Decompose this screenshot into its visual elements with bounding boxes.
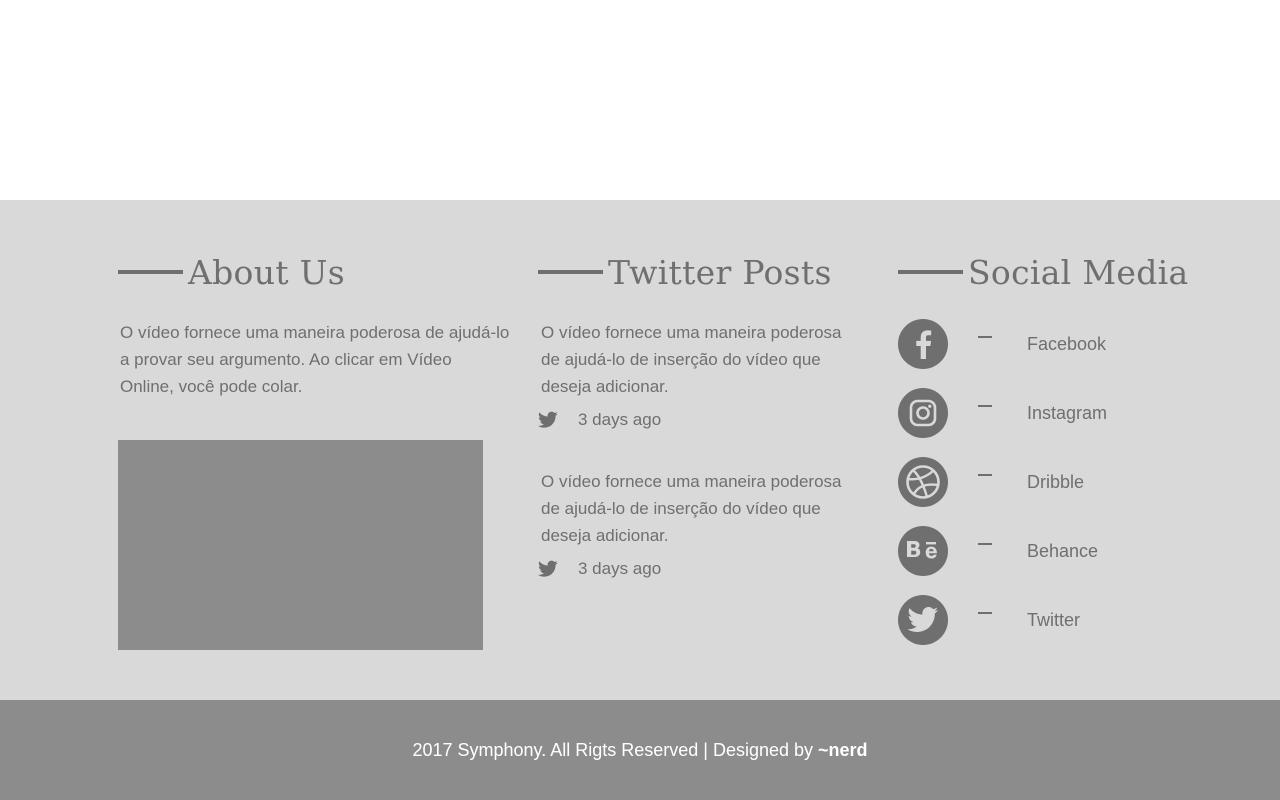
facebook-icon[interactable]: [898, 319, 948, 369]
designer-brand-link[interactable]: ~nerd: [818, 740, 868, 760]
social-label[interactable]: Dribble: [1027, 472, 1084, 493]
twitter-column: Twitter Posts O vídeo fornece uma maneir…: [538, 200, 858, 700]
footer-bottom-bar: 2017 Symphony. All Rigts Reserved | Desi…: [0, 700, 1280, 800]
tweet-item[interactable]: O vídeo fornece uma maneira poderosa de …: [538, 319, 858, 431]
social-link-behance[interactable]: Behance: [898, 526, 1198, 576]
tweet-text: O vídeo fornece uma maneira poderosa de …: [541, 472, 842, 545]
social-label[interactable]: Facebook: [1027, 334, 1106, 355]
tweet-meta: 3 days ago: [538, 409, 858, 431]
about-heading: About Us: [118, 252, 345, 292]
heading-dash: [538, 270, 603, 274]
behance-icon[interactable]: [898, 526, 948, 576]
twitter-bird-icon: [538, 411, 558, 428]
about-image-placeholder: [118, 440, 483, 650]
separator-dash: [978, 612, 992, 614]
twitter-bird-icon: [538, 560, 558, 577]
social-link-twitter[interactable]: Twitter: [898, 595, 1198, 645]
tweet-text: O vídeo fornece uma maneira poderosa de …: [541, 323, 842, 396]
social-label[interactable]: Instagram: [1027, 403, 1107, 424]
heading-dash: [898, 270, 963, 274]
tweet-meta: 3 days ago: [538, 558, 858, 580]
tweet-time: 3 days ago: [578, 559, 662, 578]
social-link-dribbble[interactable]: Dribble: [898, 457, 1198, 507]
about-title: About Us: [188, 252, 345, 292]
about-column: About Us O vídeo fornece uma maneira pod…: [118, 200, 518, 700]
about-text: O vídeo fornece uma maneira poderosa de …: [120, 323, 510, 396]
heading-dash: [118, 270, 183, 274]
social-column: Social Media Facebook Instagram Dribble: [898, 200, 1198, 700]
twitter-heading: Twitter Posts: [538, 252, 832, 292]
social-link-facebook[interactable]: Facebook: [898, 319, 1198, 369]
social-label[interactable]: Twitter: [1027, 610, 1080, 631]
copyright-text: 2017 Symphony. All Rigts Reserved | Desi…: [412, 740, 867, 761]
social-title: Social Media: [968, 252, 1189, 292]
instagram-icon[interactable]: [898, 388, 948, 438]
tweet-item[interactable]: O vídeo fornece uma maneira poderosa de …: [538, 468, 858, 580]
separator-dash: [978, 474, 992, 476]
social-heading: Social Media: [898, 252, 1189, 292]
footer-main: About Us O vídeo fornece uma maneira pod…: [0, 200, 1280, 700]
tweet-time: 3 days ago: [578, 410, 662, 429]
twitter-title: Twitter Posts: [608, 252, 832, 292]
blank-top-area: [0, 0, 1280, 200]
dribbble-icon[interactable]: [898, 457, 948, 507]
twitter-icon[interactable]: [898, 595, 948, 645]
copyright-main: 2017 Symphony. All Rigts Reserved | Desi…: [412, 739, 819, 760]
social-link-instagram[interactable]: Instagram: [898, 388, 1198, 438]
separator-dash: [978, 543, 992, 545]
separator-dash: [978, 336, 992, 338]
social-label[interactable]: Behance: [1027, 541, 1098, 562]
separator-dash: [978, 405, 992, 407]
